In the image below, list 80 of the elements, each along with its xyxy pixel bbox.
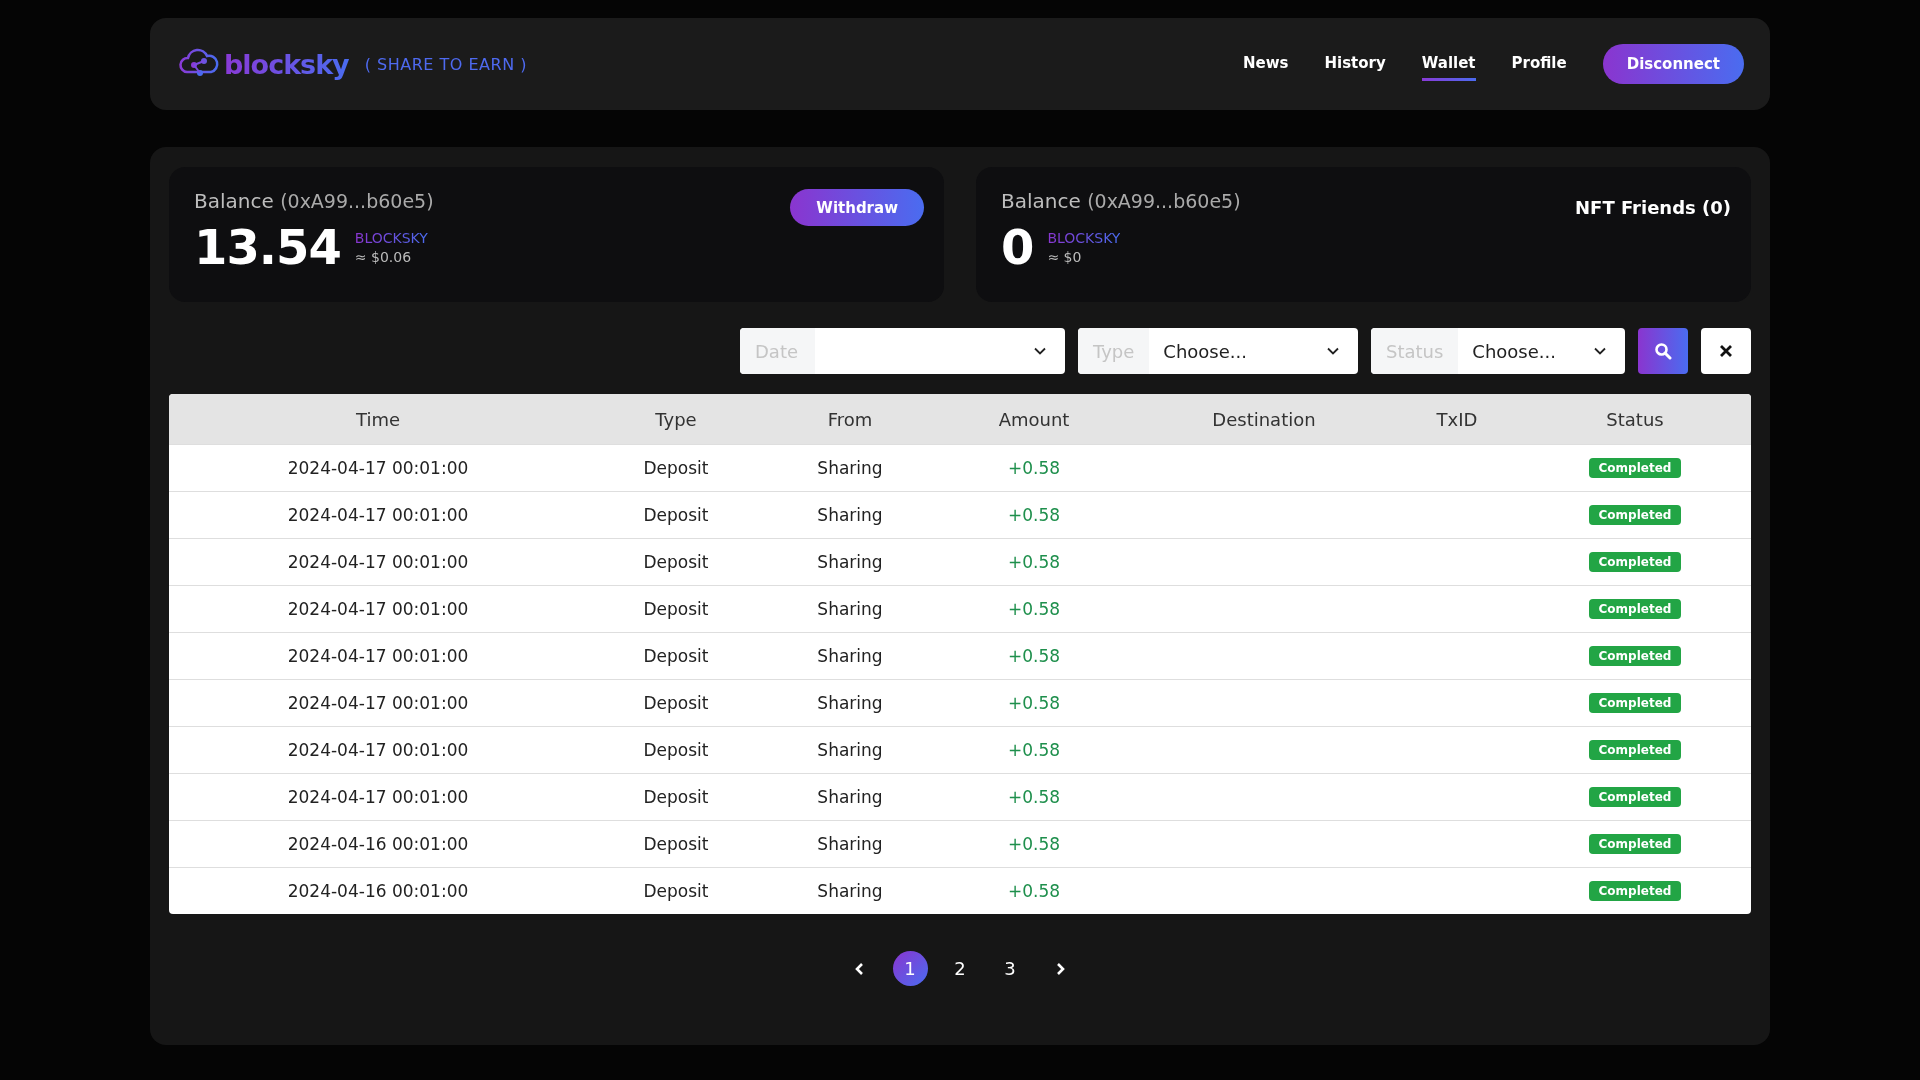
table-cell-text: Deposit (642, 599, 710, 619)
table-cell-text: Deposit (642, 693, 710, 713)
table-cell-text: Deposit (642, 881, 710, 901)
nft-friends-label: NFT Friends (0) (1575, 196, 1731, 218)
nav-link[interactable]: History (1324, 47, 1386, 81)
search-icon (1654, 342, 1672, 360)
table-cell-text: Sharing (816, 599, 884, 619)
chevron-left-icon (855, 962, 865, 975)
table-cell-text: 2024-04-17 00:01:00 (286, 599, 470, 619)
tagline: ( SHARE TO EARN ) (364, 54, 527, 74)
table-cell-text: Deposit (642, 740, 710, 760)
disconnect-button[interactable]: Disconnect (1602, 44, 1744, 84)
table-cell-text: +0.58 (1006, 505, 1062, 525)
table-cell-text: Deposit (642, 834, 710, 854)
table-cell-text: +0.58 (1006, 599, 1062, 619)
table-cell-text: 2024-04-17 00:01:00 (286, 458, 470, 478)
table-cell-text: 2024-04-17 00:01:00 (286, 505, 470, 525)
nav-link[interactable]: Wallet (1421, 47, 1476, 81)
table-cell-text: +0.58 (1006, 693, 1062, 713)
status-badge: Completed (1588, 599, 1682, 619)
table-cell-text: Deposit (642, 458, 710, 478)
table-cell-text: Sharing (816, 505, 884, 525)
status-badge: Completed (1588, 834, 1682, 854)
clear-button[interactable] (1701, 328, 1751, 374)
page-button[interactable]: 1 (892, 951, 928, 986)
table-cell-text: Deposit (642, 646, 710, 666)
table-cell-text: 2024-04-16 00:01:00 (286, 881, 470, 901)
table-cell-text: 2024-04-17 00:01:00 (286, 646, 470, 666)
page-button[interactable]: 3 (992, 951, 1028, 986)
table-cell-text: Sharing (816, 646, 884, 666)
column-header: From (826, 408, 874, 430)
fiat-value: ≈ $0.06 (354, 248, 413, 265)
table-cell-text: Sharing (816, 693, 884, 713)
page-button[interactable]: 2 (942, 951, 978, 986)
table-cell-text: Sharing (816, 740, 884, 760)
balance-label: Balance (0xA99...b60e5) (194, 189, 434, 213)
nav-link[interactable]: Profile (1511, 47, 1567, 81)
table-cell-text: +0.58 (1006, 787, 1062, 807)
balance-amount: 13.54 (194, 219, 341, 275)
table-cell-text: Sharing (816, 552, 884, 572)
fiat-value: ≈ $0 (1047, 248, 1083, 265)
chevron-right-icon (1055, 962, 1065, 975)
table-cell-text: +0.58 (1006, 740, 1062, 760)
balance-amount: 0 (1001, 219, 1034, 275)
table-cell-text: +0.58 (1006, 552, 1062, 572)
table-cell-text: Sharing (816, 787, 884, 807)
table-cell-text: Sharing (816, 881, 884, 901)
table-cell-text: +0.58 (1006, 834, 1062, 854)
table-cell-text: Sharing (816, 458, 884, 478)
status-badge: Completed (1588, 787, 1682, 807)
table-cell-text: 2024-04-17 00:01:00 (286, 787, 470, 807)
balance-label: Balance (0xA99...b60e5) (1001, 189, 1241, 213)
table-cell-text: Deposit (642, 787, 710, 807)
status-badge: Completed (1588, 552, 1682, 572)
status-badge: Completed (1588, 881, 1682, 901)
table-cell-text: Deposit (642, 552, 710, 572)
nav-link[interactable]: News (1243, 47, 1289, 81)
status-badge: Completed (1588, 740, 1682, 760)
table-cell-text: +0.58 (1006, 458, 1062, 478)
table-cell-text: 2024-04-17 00:01:00 (286, 693, 470, 713)
status-badge: Completed (1588, 505, 1682, 525)
table-cell-text: +0.58 (1006, 646, 1062, 666)
table-cell-text: Deposit (642, 505, 710, 525)
status-badge: Completed (1588, 646, 1682, 666)
status-badge: Completed (1588, 693, 1682, 713)
table-cell-text: 2024-04-17 00:01:00 (286, 740, 470, 760)
status-badge: Completed (1588, 458, 1682, 478)
column-header: Destination (1211, 408, 1317, 430)
column-header: TxID (1435, 408, 1479, 430)
close-icon (1719, 344, 1733, 358)
column-header: Amount (997, 408, 1071, 430)
table-cell-text: 2024-04-17 00:01:00 (286, 552, 470, 572)
table-cell-text: Sharing (816, 834, 884, 854)
search-button[interactable] (1638, 328, 1688, 374)
column-header: Type (654, 408, 698, 430)
column-header: Time (354, 408, 402, 430)
table-cell-text: +0.58 (1006, 881, 1062, 901)
column-header: Status (1605, 408, 1665, 430)
withdraw-button[interactable]: Withdraw (790, 189, 924, 226)
table-cell-text: 2024-04-16 00:01:00 (286, 834, 470, 854)
